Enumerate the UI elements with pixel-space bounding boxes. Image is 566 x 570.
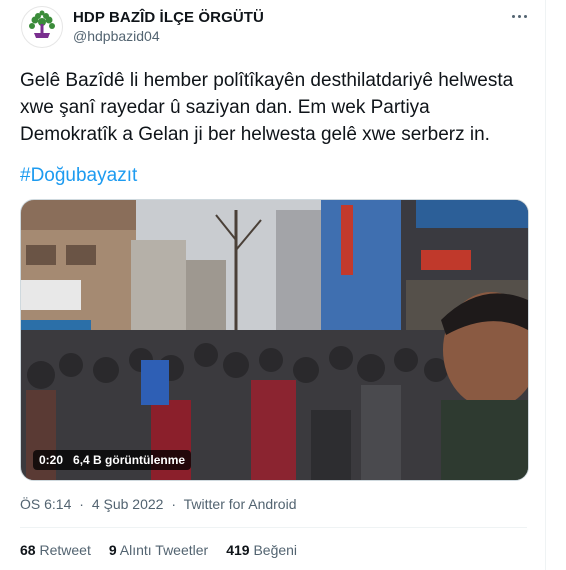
likes-stat[interactable]: 419 Beğeni [226,542,297,558]
divider [20,527,527,528]
account-handle[interactable]: @hdpbazid04 [73,28,160,44]
tweet-text: Gelê Bazîdê li hember polîtîkayên desthi… [20,70,514,145]
tweet-stats: 68 Retweet 9 Alıntı Tweetler 419 Beğeni [20,542,297,558]
meta-separator: · [79,496,84,512]
quotes-count: 9 [108,542,117,558]
retweets-label: Retweet [39,542,91,558]
likes-count: 419 [226,542,250,558]
tweet-card: HDP BAZÎD İLÇE ÖRGÜTÜ @hdpbazid04 Gelê B… [0,0,546,570]
avatar[interactable] [21,6,63,48]
hashtag-link[interactable]: #Doğubayazıt [20,162,137,189]
retweets-count: 68 [20,542,36,558]
tweet-time[interactable]: ÖS 6:14 [20,496,71,512]
video-info-badge: 0:20 6,4 B görüntülenme [33,450,192,470]
quotes-label: Alıntı Tweetler [119,542,209,558]
video-player[interactable]: 0:20 6,4 B görüntülenme [20,199,529,481]
tweet-source: Twitter for Android [183,496,297,512]
account-name[interactable]: HDP BAZÎD İLÇE ÖRGÜTÜ [73,9,264,26]
video-views: 6,4 B görüntülenme [73,453,186,467]
quotes-stat[interactable]: 9 Alıntı Tweetler [109,542,208,558]
video-duration: 0:20 [39,453,64,467]
hdp-tree-logo-icon [29,10,55,38]
meta-separator: · [171,496,177,512]
tweet-date[interactable]: 4 Şub 2022 [92,496,164,512]
retweets-stat[interactable]: 68 Retweet [20,542,91,558]
video-thumbnail [21,200,528,480]
more-options-icon[interactable] [505,4,533,28]
tweet-meta: ÖS 6:14 · 4 Şub 2022 · Twitter for Andro… [20,496,296,512]
likes-label: Beğeni [253,542,298,558]
